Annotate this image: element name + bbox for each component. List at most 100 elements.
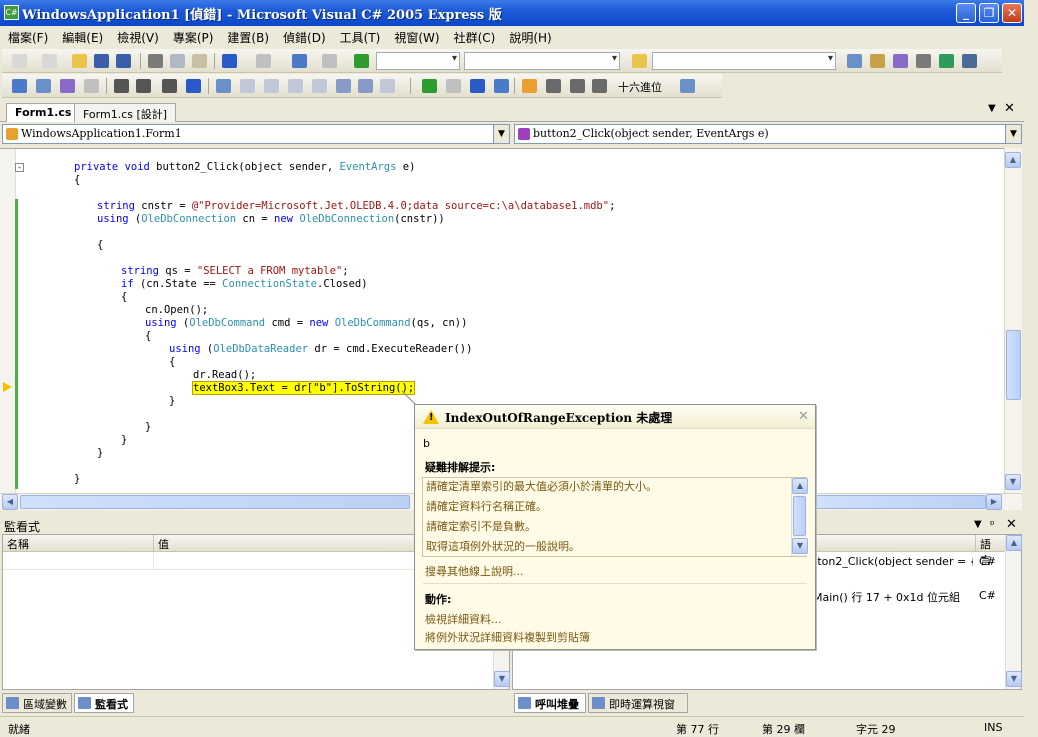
solution-explorer-icon[interactable] [847, 54, 862, 68]
increase-indent-icon[interactable] [136, 79, 151, 93]
menu-project[interactable]: 專案(P) [173, 29, 214, 46]
menu-view[interactable]: 檢視(V) [117, 29, 159, 46]
search-online-help-link[interactable]: 搜尋其他線上說明... [425, 563, 524, 579]
hints-scrollbar[interactable]: ▲ ▼ [791, 478, 808, 556]
solution-config-combo[interactable] [376, 52, 460, 70]
continue-icon[interactable] [422, 79, 437, 93]
tab-call-stack[interactable]: 呼叫堆疊 [514, 693, 586, 713]
bookmark-next-icon[interactable] [264, 79, 279, 93]
menu-build[interactable]: 建置(B) [227, 29, 269, 46]
save-icon[interactable] [94, 54, 109, 68]
minimize-button[interactable]: _ [956, 3, 976, 23]
callstack-row-name[interactable]: Main() 行 17 + 0x1d 位元組 [813, 589, 960, 605]
output-window-icon[interactable] [962, 54, 977, 68]
scroll-up-button[interactable]: ▲ [1005, 152, 1021, 168]
scroll-left-button[interactable]: ◀ [2, 494, 18, 510]
display-object-members-icon[interactable] [12, 79, 27, 93]
scroll-down-button[interactable]: ▼ [1005, 474, 1021, 490]
bookmark-next-folder-icon[interactable] [312, 79, 327, 93]
properties-icon[interactable] [870, 54, 885, 68]
close-icon[interactable]: ✕ [798, 409, 809, 424]
chevron-down-icon[interactable]: ▼ [493, 125, 509, 143]
find-combo[interactable] [652, 52, 836, 70]
open-file-icon[interactable] [72, 54, 87, 68]
scroll-right-button[interactable]: ▶ [986, 494, 1002, 510]
hints-list[interactable]: 請確定清單索引的最大值必須小於清單的大小。 請確定資料行名稱正確。 請確定索引不… [422, 477, 808, 557]
navigate-forward-icon[interactable] [322, 54, 337, 68]
copy-exception-detail-link[interactable]: 將例外狀況詳細資料複製到剪貼簿 [425, 629, 590, 645]
step-over-icon[interactable] [570, 79, 585, 93]
cs-app-icon[interactable]: C# [4, 5, 19, 20]
copy-icon[interactable] [170, 54, 185, 68]
clear-bookmarks-icon[interactable] [380, 79, 395, 93]
complete-word-icon[interactable] [84, 79, 99, 93]
decrease-indent-icon[interactable] [114, 79, 129, 93]
tab-immediate-window[interactable]: 即時運算視窗 [588, 693, 688, 713]
callstack-column-lang[interactable]: 語言 [975, 535, 1005, 567]
scroll-up-button[interactable]: ▲ [792, 478, 808, 494]
restore-button[interactable]: ❐ [979, 3, 999, 23]
bookmark-prev-doc-icon[interactable] [336, 79, 351, 93]
menu-debug[interactable]: 偵錯(D) [283, 29, 326, 46]
bookmark-prev-folder-icon[interactable] [288, 79, 303, 93]
save-all-icon[interactable] [116, 54, 131, 68]
tab-form1-design[interactable]: Form1.cs [設計] [74, 103, 177, 122]
show-next-statement-icon[interactable] [522, 79, 537, 93]
tab-watch[interactable]: 監看式 [74, 693, 134, 713]
scroll-down-button[interactable]: ▼ [1006, 671, 1022, 687]
editor-vertical-scrollbar[interactable]: ▲ ▼ [1004, 148, 1022, 493]
bookmark-toggle-icon[interactable] [216, 79, 231, 93]
close-document-icon[interactable]: ✕ [1004, 101, 1015, 116]
add-item-icon[interactable] [42, 54, 57, 68]
step-into-icon[interactable] [546, 79, 561, 93]
watch-column-name[interactable]: 名稱 [3, 535, 153, 552]
bookmark-prev-icon[interactable] [240, 79, 255, 93]
find-in-files-icon[interactable] [632, 54, 647, 68]
menu-edit[interactable]: 編輯(E) [62, 29, 103, 46]
restart-icon[interactable] [494, 79, 509, 93]
scroll-up-button[interactable]: ▲ [1006, 535, 1022, 551]
break-all-icon[interactable] [446, 79, 461, 93]
collapse-region-icon[interactable]: - [15, 163, 24, 172]
navigate-backward-icon[interactable] [292, 54, 307, 68]
breakpoints-window-icon[interactable] [680, 79, 695, 93]
toolbox-icon[interactable] [916, 54, 931, 68]
view-detail-link[interactable]: 檢視詳細資料... [425, 611, 502, 627]
callstack-row-name[interactable]: tton2_Click(object sender = {Text [813, 555, 973, 568]
hint-item[interactable]: 取得這項例外狀況的一般說明。 [426, 538, 580, 554]
step-out-icon[interactable] [592, 79, 607, 93]
hint-item[interactable]: 請確定資料行名稱正確。 [426, 498, 547, 514]
parameter-info-icon[interactable] [36, 79, 51, 93]
member-combo[interactable]: button2_Click(object sender, EventArgs e… [514, 124, 1022, 144]
platform-combo[interactable] [464, 52, 620, 70]
scroll-thumb[interactable] [793, 496, 806, 536]
active-files-dropdown-icon[interactable]: ▼ [988, 103, 996, 114]
callstack-vertical-scrollbar[interactable]: ▲ ▼ [1005, 535, 1022, 689]
tab-locals[interactable]: 區域變數 [2, 693, 72, 713]
close-pane-icon[interactable]: ✕ [1006, 517, 1017, 532]
stop-debugging-icon[interactable] [470, 79, 485, 93]
horizontal-scroll-thumb[interactable] [20, 495, 410, 509]
hexadecimal-toggle[interactable]: 十六進位 [618, 79, 662, 95]
object-browser-icon[interactable] [893, 54, 908, 68]
undo-icon[interactable] [222, 54, 237, 68]
bookmark-next-doc-icon[interactable] [358, 79, 373, 93]
uncomment-icon[interactable] [186, 79, 201, 93]
cut-icon[interactable] [148, 54, 163, 68]
start-debug-icon[interactable] [354, 54, 369, 68]
close-button[interactable]: ✕ [1002, 3, 1022, 23]
tab-form1-cs[interactable]: Form1.cs [6, 103, 81, 122]
quick-info-icon[interactable] [60, 79, 75, 93]
redo-icon[interactable] [256, 54, 271, 68]
exception-assistant[interactable]: IndexOutOfRangeException 未處理 ! ✕ b 疑難排解提… [414, 404, 816, 650]
comment-out-icon[interactable] [162, 79, 177, 93]
new-project-icon[interactable] [12, 54, 27, 68]
pin-icon[interactable]: ᵖ [990, 518, 995, 531]
scroll-thumb[interactable] [1006, 330, 1021, 400]
scroll-down-button[interactable]: ▼ [792, 538, 808, 554]
menu-window[interactable]: 視窗(W) [394, 29, 439, 46]
class-combo[interactable]: WindowsApplication1.Form1 ▼ [2, 124, 510, 144]
hint-item[interactable]: 請確定清單索引的最大值必須小於清單的大小。 [426, 478, 657, 494]
paste-icon[interactable] [192, 54, 207, 68]
menu-tools[interactable]: 工具(T) [340, 29, 381, 46]
